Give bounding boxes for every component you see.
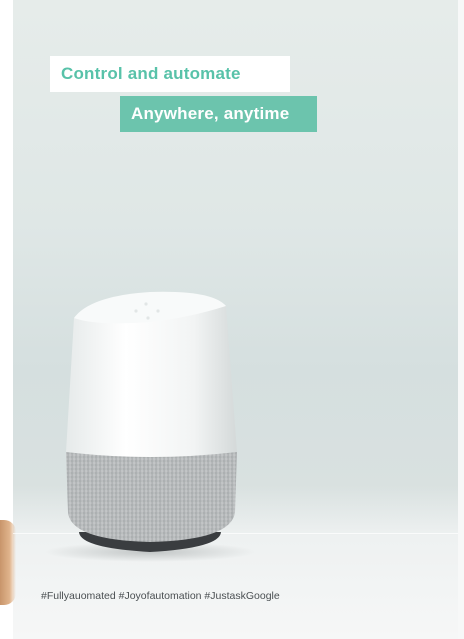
speaker-fabric [66,452,237,542]
headline-line-2: Anywhere, anytime [120,96,317,132]
hashtag-caption: #Fullyauomated #Joyofautomation #Justask… [41,590,280,602]
led-dot [144,302,148,306]
led-dot [134,309,138,313]
speaker-top [66,300,237,457]
ad-poster: Control and automate Anywhere, anytime #… [0,0,464,639]
headline-line-1: Control and automate [50,56,290,92]
led-dot [156,309,160,313]
led-dot [146,316,150,320]
